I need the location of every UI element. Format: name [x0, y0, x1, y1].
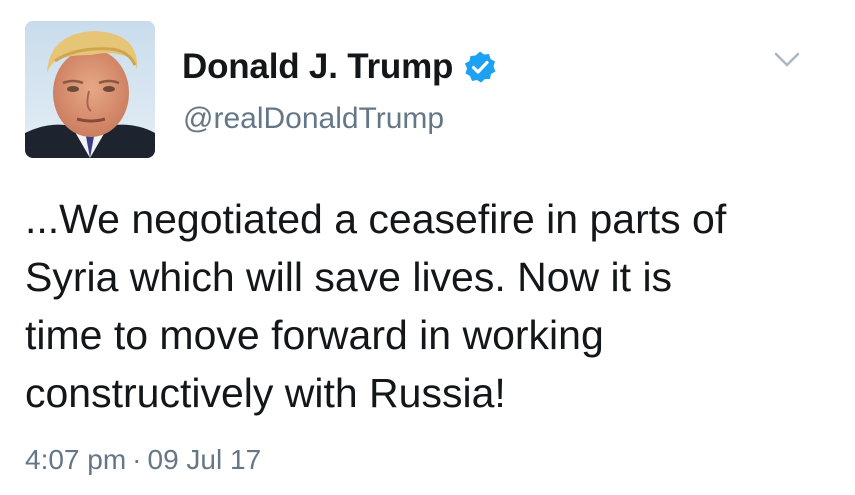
tweet-text-line: constructively with Russia!: [25, 370, 506, 416]
tweet-timestamp[interactable]: 4:07 pm · 09 Jul 17: [25, 444, 261, 476]
avatar[interactable]: [25, 21, 155, 158]
verified-badge-icon: [463, 50, 497, 84]
tweet-text-line: Syria which will save lives. Now it is: [25, 254, 673, 300]
tweet-text-line: time to move forward in working: [25, 312, 604, 358]
tweet-card: Donald J. Trump @realDonaldTrump ...We n…: [0, 0, 855, 495]
tweet-text: ...We negotiated a ceasefire in parts of…: [25, 190, 825, 422]
chevron-down-icon[interactable]: [772, 48, 802, 72]
avatar-image: [25, 21, 155, 158]
author-display-name[interactable]: Donald J. Trump: [182, 47, 453, 87]
author-name-row: Donald J. Trump: [182, 44, 497, 90]
timestamp-separator: ·: [132, 444, 142, 475]
tweet-time: 4:07 pm: [25, 444, 127, 475]
tweet-date: 09 Jul 17: [147, 444, 262, 475]
tweet-text-line: ...We negotiated a ceasefire in parts of: [25, 196, 727, 242]
author-handle[interactable]: @realDonaldTrump: [183, 102, 444, 136]
